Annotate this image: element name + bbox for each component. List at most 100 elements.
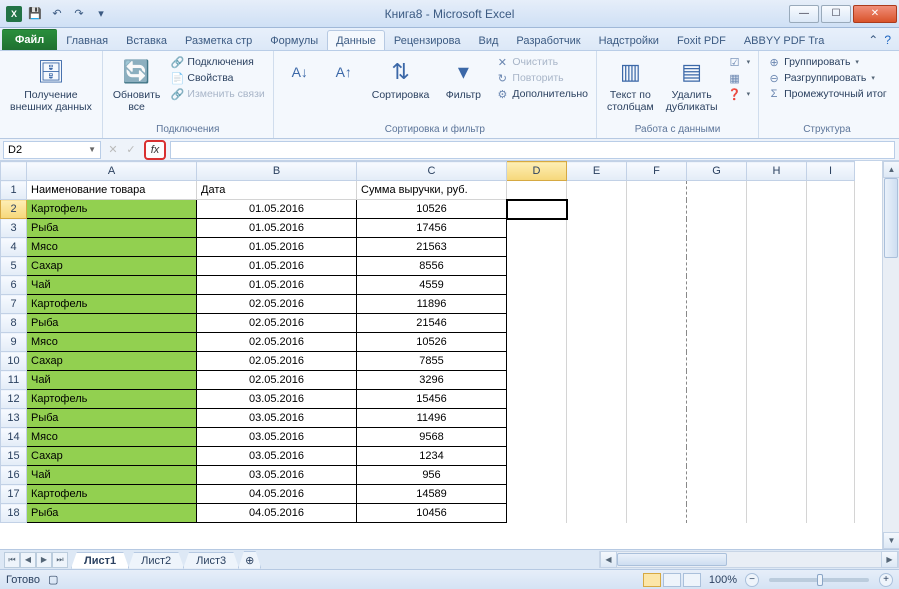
cell-A1[interactable]: Наименование товара	[27, 181, 197, 200]
cell-G10[interactable]	[687, 352, 747, 371]
col-header-H[interactable]: H	[747, 162, 807, 181]
cell-E4[interactable]	[567, 238, 627, 257]
cell-F17[interactable]	[627, 485, 687, 504]
sheet-nav-last-icon[interactable]: ⏭	[52, 552, 68, 568]
cell-I7[interactable]	[807, 295, 855, 314]
col-header-F[interactable]: F	[627, 162, 687, 181]
cell-C15[interactable]: 1234	[357, 447, 507, 466]
col-header-D[interactable]: D	[507, 162, 567, 181]
col-header-C[interactable]: C	[357, 162, 507, 181]
worksheet-grid[interactable]: ABCDEFGHI1Наименование товараДатаСумма в…	[0, 161, 899, 549]
row-header-13[interactable]: 13	[1, 409, 27, 428]
cell-A12[interactable]: Картофель	[27, 390, 197, 409]
cell-G13[interactable]	[687, 409, 747, 428]
cell-C6[interactable]: 4559	[357, 276, 507, 295]
cell-H9[interactable]	[747, 333, 807, 352]
cell-E17[interactable]	[567, 485, 627, 504]
cell-F12[interactable]	[627, 390, 687, 409]
sheet-nav-prev-icon[interactable]: ◀	[20, 552, 36, 568]
name-box[interactable]: D2 ▼	[3, 141, 101, 159]
cell-E1[interactable]	[567, 181, 627, 200]
cell-I18[interactable]	[807, 504, 855, 523]
cell-C17[interactable]: 14589	[357, 485, 507, 504]
cell-G11[interactable]	[687, 371, 747, 390]
cell-C18[interactable]: 10456	[357, 504, 507, 523]
cell-G1[interactable]	[687, 181, 747, 200]
vscroll-thumb[interactable]	[884, 178, 898, 258]
zoom-in-button[interactable]: +	[879, 573, 893, 587]
whatif-button[interactable]: ❓▾	[726, 86, 753, 102]
cell-C9[interactable]: 10526	[357, 333, 507, 352]
cell-F14[interactable]	[627, 428, 687, 447]
cell-F10[interactable]	[627, 352, 687, 371]
cell-A15[interactable]: Сахар	[27, 447, 197, 466]
sort-button[interactable]: ⇅ Сортировка	[368, 54, 434, 103]
cell-I12[interactable]	[807, 390, 855, 409]
tab-Надстройки[interactable]: Надстройки	[590, 30, 668, 50]
cell-B11[interactable]: 02.05.2016	[197, 371, 357, 390]
cell-E2[interactable]	[567, 200, 627, 219]
cell-E11[interactable]	[567, 371, 627, 390]
cell-H6[interactable]	[747, 276, 807, 295]
cell-B14[interactable]: 03.05.2016	[197, 428, 357, 447]
cell-B15[interactable]: 03.05.2016	[197, 447, 357, 466]
cell-A5[interactable]: Сахар	[27, 257, 197, 276]
row-header-3[interactable]: 3	[1, 219, 27, 238]
col-header-E[interactable]: E	[567, 162, 627, 181]
row-header-11[interactable]: 11	[1, 371, 27, 390]
cell-I5[interactable]	[807, 257, 855, 276]
vertical-scrollbar[interactable]: ▲ ▼	[882, 161, 899, 549]
undo-icon[interactable]: ↶	[48, 5, 66, 23]
cell-B2[interactable]: 01.05.2016	[197, 200, 357, 219]
cell-G18[interactable]	[687, 504, 747, 523]
sheet-tab-Лист1[interactable]: Лист1	[71, 552, 129, 569]
scroll-right-icon[interactable]: ▶	[881, 551, 898, 568]
cell-G9[interactable]	[687, 333, 747, 352]
cell-H4[interactable]	[747, 238, 807, 257]
cell-A4[interactable]: Мясо	[27, 238, 197, 257]
sheet-tab-Лист2[interactable]: Лист2	[128, 552, 184, 569]
col-header-B[interactable]: B	[197, 162, 357, 181]
cell-C10[interactable]: 7855	[357, 352, 507, 371]
cell-B18[interactable]: 04.05.2016	[197, 504, 357, 523]
sheet-nav-next-icon[interactable]: ▶	[36, 552, 52, 568]
cell-G5[interactable]	[687, 257, 747, 276]
tab-Разметка стр[interactable]: Разметка стр	[176, 30, 261, 50]
cell-A13[interactable]: Рыба	[27, 409, 197, 428]
cell-D4[interactable]	[507, 238, 567, 257]
group-rows-button[interactable]: ⊕Группировать▾	[765, 54, 889, 70]
cell-H14[interactable]	[747, 428, 807, 447]
cell-F16[interactable]	[627, 466, 687, 485]
cell-E13[interactable]	[567, 409, 627, 428]
cell-E3[interactable]	[567, 219, 627, 238]
view-page-layout-button[interactable]	[663, 573, 681, 587]
cell-E16[interactable]	[567, 466, 627, 485]
tab-Вид[interactable]: Вид	[470, 30, 508, 50]
sheet-tab-Лист3[interactable]: Лист3	[183, 552, 239, 569]
cell-F15[interactable]	[627, 447, 687, 466]
cell-A11[interactable]: Чай	[27, 371, 197, 390]
cell-H8[interactable]	[747, 314, 807, 333]
formula-input[interactable]	[170, 141, 895, 159]
cell-H15[interactable]	[747, 447, 807, 466]
row-header-14[interactable]: 14	[1, 428, 27, 447]
row-header-10[interactable]: 10	[1, 352, 27, 371]
tab-Разработчик[interactable]: Разработчик	[507, 30, 589, 50]
cell-A10[interactable]: Сахар	[27, 352, 197, 371]
reapply-filter-button[interactable]: ↻Повторить	[493, 70, 590, 86]
tab-Данные[interactable]: Данные	[327, 30, 385, 50]
view-page-break-button[interactable]	[683, 573, 701, 587]
close-button[interactable]: ✕	[853, 5, 897, 23]
cell-B1[interactable]: Дата	[197, 181, 357, 200]
cell-A7[interactable]: Картофель	[27, 295, 197, 314]
cell-D7[interactable]	[507, 295, 567, 314]
tab-Главная[interactable]: Главная	[57, 30, 117, 50]
qat-more-icon[interactable]: ▾	[92, 5, 110, 23]
zoom-level[interactable]: 100%	[709, 574, 737, 586]
cell-I14[interactable]	[807, 428, 855, 447]
cell-B13[interactable]: 03.05.2016	[197, 409, 357, 428]
row-header-4[interactable]: 4	[1, 238, 27, 257]
cell-G6[interactable]	[687, 276, 747, 295]
cell-C14[interactable]: 9568	[357, 428, 507, 447]
cell-F8[interactable]	[627, 314, 687, 333]
